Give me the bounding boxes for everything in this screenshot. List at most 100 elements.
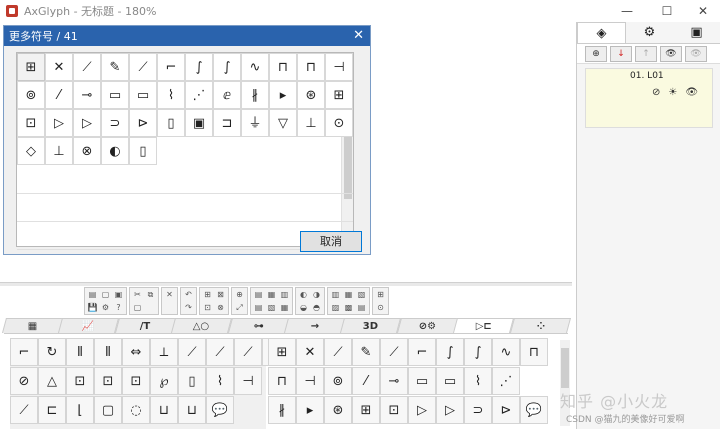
symbol-cell[interactable]: ◇ (17, 137, 45, 165)
add-layer-button[interactable]: ⊕ (585, 45, 607, 62)
palette-symbol[interactable]: ℘ (150, 367, 178, 395)
toolbar-button[interactable]: ⊞ (375, 289, 386, 300)
toolbar-button[interactable]: ▨ (330, 302, 341, 313)
toolbar-button[interactable]: ⊕ (234, 289, 245, 300)
palette-tab[interactable]: /T (114, 318, 177, 333)
palette-symbol[interactable]: ⊡ (66, 367, 94, 395)
symbol-cell[interactable]: ⌇ (157, 81, 185, 109)
toolbar-button[interactable]: ▣ (113, 289, 124, 300)
palette-symbol[interactable]: ⌇ (464, 367, 492, 395)
palette-symbol[interactable]: ▭ (436, 367, 464, 395)
symbol-cell[interactable]: ⊞ (17, 53, 45, 81)
toolbar-button[interactable]: ⊗ (215, 302, 226, 313)
toolbar-button[interactable]: ✂ (132, 289, 143, 300)
palette-symbol[interactable]: ⋰ (492, 367, 520, 395)
print-icon[interactable]: ☀ (668, 87, 677, 98)
palette-symbol[interactable]: ⌇ (206, 367, 234, 395)
toolbar-button[interactable]: 💾 (87, 302, 98, 313)
palette-symbol[interactable]: ⌐ (10, 338, 38, 366)
toolbar-button[interactable]: ? (113, 302, 124, 313)
palette-symbol[interactable]: ⊃ (464, 396, 492, 424)
symbol-cell[interactable]: ∫ (213, 53, 241, 81)
palette-symbol[interactable]: ⫴ (66, 338, 94, 366)
palette-symbol[interactable]: ⌐ (408, 338, 436, 366)
toolbar-button[interactable]: ◒ (298, 302, 309, 313)
symbol-cell[interactable]: ⌐ (157, 53, 185, 81)
palette-symbol[interactable]: ⊡ (380, 396, 408, 424)
symbol-cell[interactable]: ⟋ (129, 53, 157, 81)
symbol-cell[interactable]: ⊃ (101, 109, 129, 137)
toolbar-button[interactable]: ▦ (279, 302, 290, 313)
palette-symbol[interactable]: ⊸ (380, 367, 408, 395)
toolbar-button[interactable]: ▤ (356, 302, 367, 313)
toolbar-button[interactable]: ◓ (311, 302, 322, 313)
tab-layers[interactable]: ◈ (577, 22, 626, 43)
palette-symbol[interactable]: ⊓ (268, 367, 296, 395)
minimize-button[interactable]: — (608, 0, 646, 22)
palette-symbol[interactable]: ∿ (492, 338, 520, 366)
symbol-cell[interactable]: ⊐ (213, 109, 241, 137)
palette-symbol[interactable]: ⊣ (234, 367, 262, 395)
palette-symbol[interactable]: ▷ (436, 396, 464, 424)
palette-symbol[interactable]: ⟋ (178, 338, 206, 366)
symbol-cell[interactable]: ⟋ (73, 53, 101, 81)
symbol-cell[interactable]: ∿ (241, 53, 269, 81)
toolbar-button[interactable]: ▢ (132, 302, 143, 313)
palette-symbol[interactable]: ▭ (408, 367, 436, 395)
symbol-cell[interactable]: ⋰ (185, 81, 213, 109)
palette-symbol[interactable]: ⊡ (122, 367, 150, 395)
symbol-cell[interactable]: ⁄ (45, 81, 73, 109)
toolbar-button[interactable]: ▧ (356, 289, 367, 300)
symbol-cell[interactable]: ◐ (101, 137, 129, 165)
symbol-cell[interactable]: ⊳ (129, 109, 157, 137)
toolbar-button[interactable]: ▤ (253, 302, 264, 313)
palette-symbol[interactable]: ⁄ (352, 367, 380, 395)
tab-properties[interactable]: ⚙ (626, 22, 673, 43)
palette-symbol[interactable]: △ (38, 367, 66, 395)
palette-symbol[interactable]: ⟋ (324, 338, 352, 366)
palette-tab[interactable]: → (284, 318, 346, 333)
toolbar-button[interactable]: ▩ (343, 302, 354, 313)
symbol-cell[interactable]: ∫ (185, 53, 213, 81)
palette-symbol[interactable]: ⊛ (324, 396, 352, 424)
palette-tab[interactable]: ▦ (1, 318, 64, 333)
palette-tab[interactable]: 📈 (58, 318, 120, 333)
toolbar-button[interactable]: ◐ (298, 289, 309, 300)
palette-symbol[interactable]: ⊳ (492, 396, 520, 424)
toolbar-button[interactable]: ▦ (343, 289, 354, 300)
dialog-close-icon[interactable]: ✕ (353, 28, 364, 44)
move-up-button[interactable]: ↑ (635, 45, 657, 62)
toolbar-button[interactable]: ⧉ (145, 289, 156, 300)
toolbar-button[interactable]: ⚙ (100, 302, 111, 313)
symbol-cell[interactable]: ▽ (269, 109, 297, 137)
palette-symbol[interactable]: ⊚ (324, 367, 352, 395)
toolbar-button[interactable]: ▢ (100, 289, 111, 300)
toolbar-button[interactable]: ⊡ (202, 302, 213, 313)
palette-symbol[interactable]: ⊓ (520, 338, 548, 366)
palette-symbol[interactable]: ▸ (296, 396, 324, 424)
palette-tab[interactable]: △○ (171, 318, 233, 333)
show-all-button[interactable]: 👁 (660, 45, 682, 62)
symbol-cell[interactable]: ⊙ (325, 109, 353, 137)
lock-icon[interactable]: ⊘ (652, 87, 660, 98)
palette-symbol[interactable]: ⟋ (380, 338, 408, 366)
palette-symbol[interactable]: ↻ (38, 338, 66, 366)
palette-symbol[interactable]: ⟋ (234, 338, 262, 366)
toolbar-button[interactable]: ▦ (266, 289, 277, 300)
palette-symbol[interactable]: ∫ (436, 338, 464, 366)
symbol-cell[interactable]: ▣ (185, 109, 213, 137)
palette-symbol[interactable]: ◌ (122, 396, 150, 424)
palette-symbol[interactable]: ⇔ (122, 338, 150, 366)
palette-symbol[interactable]: ⟋ (206, 338, 234, 366)
palette-symbol[interactable]: 💬 (206, 396, 234, 424)
close-button[interactable]: ✕ (684, 0, 720, 22)
cancel-button[interactable]: 取消 (300, 231, 362, 252)
visibility-icon[interactable]: 👁 (685, 87, 698, 98)
symbol-cell[interactable]: ⊸ (73, 81, 101, 109)
palette-symbol[interactable]: 💬 (520, 396, 548, 424)
palette-symbol[interactable]: ⊞ (268, 338, 296, 366)
toolbar-button[interactable]: ▤ (253, 289, 264, 300)
move-down-button[interactable]: ↓ (610, 45, 632, 62)
palette-symbol[interactable]: ∦ (268, 396, 296, 424)
toolbar-button[interactable]: ⊠ (215, 289, 226, 300)
